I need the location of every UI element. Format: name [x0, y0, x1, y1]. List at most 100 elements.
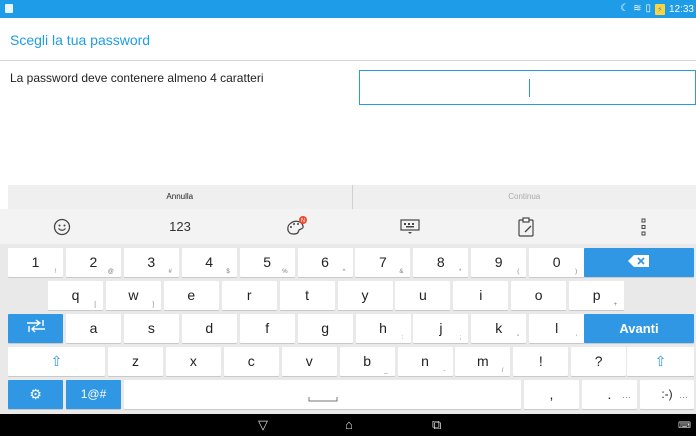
settings-key[interactable]: ⚙ [8, 380, 63, 409]
key-label: w [128, 287, 139, 303]
key-0[interactable]: 0) [529, 248, 585, 277]
blank-key [630, 281, 694, 310]
key-x[interactable]: x [165, 347, 221, 376]
key-hint: $ [226, 269, 230, 275]
key-4[interactable]: 4 $ [181, 248, 237, 277]
key-2[interactable]: 2 @ [65, 248, 121, 277]
key-5[interactable]: 5% [239, 248, 295, 277]
shift-left-icon: ⇧ [50, 353, 63, 369]
continue-button[interactable]: Continua [353, 185, 696, 209]
gear-icon: ⚙ [29, 386, 42, 402]
key-label: m [477, 353, 489, 369]
keyboard-icon[interactable]: ⌨ [678, 420, 691, 431]
key-t[interactable]: t [279, 281, 335, 310]
clipboard-icon[interactable] [504, 209, 548, 244]
smiley-key-hint: … [679, 390, 688, 400]
svg-text:N: N [301, 218, 305, 224]
period-key-hint: … [622, 390, 631, 400]
notification-icon [5, 4, 13, 13]
key-hint: [ [94, 302, 96, 308]
key-hint: ; [459, 335, 462, 341]
key-m[interactable]: m / [455, 347, 511, 376]
numbers-toolbar-button[interactable]: 123 [158, 209, 202, 244]
battery-icon: ⚡ [654, 3, 665, 15]
key-label: b [363, 353, 371, 369]
shift-left-key[interactable]: ⇧ [8, 347, 105, 376]
key-6[interactable]: 6 ^ [297, 248, 353, 277]
title-divider [0, 60, 696, 61]
key-label: 5 [263, 254, 271, 270]
key-label: t [305, 287, 310, 303]
key-s[interactable]: s [123, 314, 179, 343]
key-g[interactable]: g [297, 314, 353, 343]
space-key[interactable] [124, 380, 521, 409]
nfc-icon: ▯ [645, 3, 651, 14]
key-?[interactable]: ? [571, 347, 627, 376]
key-k[interactable]: k " [471, 314, 527, 343]
key-label: o [534, 287, 543, 303]
key-o[interactable]: o [511, 281, 567, 310]
key-j[interactable]: j; [413, 314, 469, 343]
key-label: k [495, 320, 503, 336]
key-7[interactable]: 7 & [355, 248, 411, 277]
key-l[interactable]: l ' [529, 314, 585, 343]
key-a[interactable]: a [66, 314, 121, 343]
home-icon[interactable]: ⌂ [345, 417, 353, 432]
wifi-icon: ≋ [633, 3, 642, 14]
key-9[interactable]: 9( [471, 248, 527, 277]
key-label: 3 [147, 254, 156, 270]
key-label: 4 [205, 254, 214, 270]
comma-key[interactable]: , [524, 380, 579, 409]
key-f[interactable]: f [239, 314, 295, 343]
page-title: Scegli la tua password [10, 32, 151, 48]
key-hint: _ [384, 368, 388, 374]
key-label: 1 [31, 254, 40, 270]
period-key[interactable]: . … [582, 380, 637, 409]
key-n[interactable]: n- [397, 347, 453, 376]
key-p[interactable]: p + [569, 281, 625, 310]
theme-palette-icon[interactable]: N [274, 209, 318, 244]
moon-icon: ☾ [620, 3, 630, 14]
key-e[interactable]: e [163, 281, 219, 310]
key-h[interactable]: h: [355, 314, 411, 343]
key-i[interactable]: i [453, 281, 509, 310]
key-d[interactable]: d [181, 314, 237, 343]
key-1[interactable]: 1! [8, 248, 63, 277]
key-u[interactable]: u [395, 281, 451, 310]
shift-right-key[interactable]: ⇧ [627, 347, 694, 376]
key-hint: " [517, 335, 520, 341]
action-bar: Annulla Continua [8, 185, 696, 209]
key-hint: @ [107, 269, 114, 275]
symbols-key[interactable]: 1@# [66, 380, 121, 409]
backspace-key[interactable] [584, 248, 694, 277]
key-z[interactable]: z [108, 347, 163, 376]
recent-apps-icon[interactable]: ⧉ [432, 417, 441, 433]
key-![interactable]: ! [513, 347, 569, 376]
emoji-icon[interactable] [40, 209, 84, 244]
enter-key[interactable]: Avanti [584, 314, 694, 343]
key-hint: ( [517, 269, 520, 275]
key-c[interactable]: c [223, 347, 279, 376]
key-label: z [132, 353, 139, 369]
tab-key[interactable] [8, 314, 63, 343]
key-label: l [555, 320, 559, 336]
key-q[interactable]: q[ [48, 281, 103, 310]
key-label: ? [594, 353, 603, 369]
more-options-icon[interactable] [622, 209, 666, 244]
back-icon[interactable]: ▽ [258, 417, 268, 433]
key-b[interactable]: b _ [339, 347, 395, 376]
key-8[interactable]: 8 * [413, 248, 469, 277]
key-3[interactable]: 3 # [123, 248, 179, 277]
smiley-key[interactable]: :-) … [640, 380, 694, 409]
key-label: 6 [321, 254, 329, 270]
key-label: x [189, 353, 197, 369]
period-key-label: . [607, 386, 612, 402]
key-v[interactable]: v [281, 347, 337, 376]
password-input[interactable] [359, 70, 696, 105]
keyboard-switch-icon[interactable] [388, 209, 432, 244]
key-y[interactable]: y [337, 281, 393, 310]
key-w[interactable]: w] [105, 281, 161, 310]
key-hint: ! [54, 269, 56, 275]
key-r[interactable]: r [221, 281, 277, 310]
cancel-button[interactable]: Annulla [8, 185, 352, 209]
